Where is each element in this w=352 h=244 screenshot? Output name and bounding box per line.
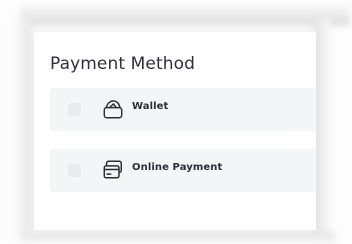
payment-option-wallet[interactable]: Wallet: [50, 88, 316, 131]
screenshot-stage: Payment Method Wallet Online Payment: [0, 0, 352, 244]
wallet-label: Wallet: [132, 101, 169, 112]
wallet-checkbox[interactable]: [68, 103, 81, 116]
frame-shadow-top: [20, 0, 350, 26]
payment-option-online-payment[interactable]: Online Payment: [50, 149, 316, 192]
wallet-icon: [102, 98, 124, 120]
online-payment-label: Online Payment: [132, 162, 223, 173]
frame-shadow-bottom: [24, 232, 336, 244]
credit-card-icon: [102, 159, 124, 181]
payment-method-title: Payment Method: [50, 54, 195, 74]
payment-method-card: Payment Method Wallet Online Payment: [34, 32, 316, 230]
frame-shadow-right: [314, 18, 330, 240]
online-payment-checkbox[interactable]: [68, 164, 81, 177]
frame-shadow-left: [10, 18, 32, 240]
